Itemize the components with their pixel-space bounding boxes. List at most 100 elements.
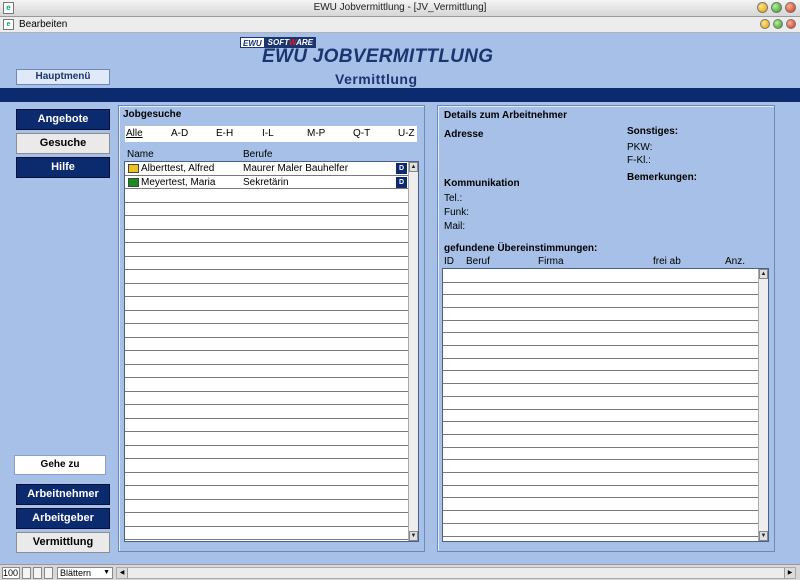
document-icon[interactable]: e [3, 19, 14, 30]
empty-row [125, 378, 409, 392]
filter-i-l[interactable]: I-L [262, 128, 274, 139]
filter-alle[interactable]: Alle [126, 128, 143, 139]
empty-row [443, 472, 759, 486]
jobgesuche-scrollbar[interactable]: ▲ ▼ [408, 162, 418, 541]
scroll-left-icon[interactable]: ◀ [117, 568, 128, 578]
gesuche-button[interactable]: Gesuche [16, 133, 110, 154]
scroll-up-icon[interactable]: ▲ [409, 162, 418, 172]
details-title: Details zum Arbeitnehmer [444, 110, 567, 121]
mode-select[interactable]: Blättern ▼ [57, 567, 113, 579]
empty-row [443, 294, 759, 308]
scroll-up-icon[interactable]: ▲ [759, 269, 768, 279]
empty-row [125, 527, 409, 540]
empty-row [443, 383, 759, 397]
empty-row [125, 270, 409, 284]
letter-filter-bar: Alle A-D E-H I-L M-P Q-T U-Z [125, 126, 417, 142]
doc-close-icon[interactable] [786, 19, 796, 29]
filter-e-h[interactable]: E-H [216, 128, 233, 139]
scroll-right-icon[interactable]: ▶ [784, 568, 795, 578]
funk-label: Funk: [444, 207, 470, 218]
doc-restore-icon[interactable] [773, 19, 783, 29]
zoom-level[interactable]: 100 [2, 567, 20, 579]
zoom-out-icon[interactable] [22, 567, 31, 579]
status-bar: 100 Blättern ▼ ◀ ▶ [0, 564, 800, 580]
column-header-firma: Firma [538, 256, 564, 267]
empty-row [125, 459, 409, 473]
window-title: EWU Jobvermittlung - [JV_Vermittlung] [313, 2, 487, 13]
empty-row [443, 409, 759, 423]
empty-row [125, 392, 409, 405]
empty-row [125, 203, 409, 216]
scroll-down-icon[interactable]: ▼ [409, 531, 418, 541]
filter-u-z[interactable]: U-Z [398, 128, 415, 139]
scroll-down-icon[interactable]: ▼ [759, 531, 768, 541]
table-row[interactable]: Alberttest, Alfred Maurer Maler Bauhelfe… [125, 162, 409, 176]
page-view-icon[interactable] [44, 567, 53, 579]
matches-title: gefundene Übereinstimmungen: [444, 243, 598, 254]
sonstiges-label: Sonstiges: [627, 126, 679, 137]
column-header-beruf: Beruf [466, 256, 490, 267]
filter-m-p[interactable]: M-P [307, 128, 325, 139]
column-header-frei-ab: frei ab [653, 256, 681, 267]
zoom-in-icon[interactable] [33, 567, 42, 579]
details-button[interactable]: D [396, 176, 407, 188]
empty-row [443, 510, 759, 524]
empty-row [443, 447, 759, 461]
empty-row [443, 307, 759, 321]
menu-bearbeiten[interactable]: Bearbeiten [19, 19, 67, 30]
horizontal-scrollbar[interactable]: ◀ ▶ [116, 567, 796, 579]
row-name: Meyertest, Maria [141, 176, 216, 188]
empty-row [125, 311, 409, 324]
empty-row [125, 473, 409, 486]
matches-list[interactable]: ▲ ▼ [442, 268, 769, 542]
details-button[interactable]: D [396, 163, 407, 174]
chevron-down-icon: ▼ [103, 569, 110, 576]
empty-row [443, 523, 759, 537]
empty-row [125, 189, 409, 203]
filter-a-d[interactable]: A-D [171, 128, 188, 139]
arbeitgeber-button[interactable]: Arbeitgeber [16, 508, 110, 529]
arbeitnehmer-button[interactable]: Arbeitnehmer [16, 484, 110, 505]
table-row[interactable]: Meyertest, Maria Sekretärin D [125, 176, 409, 189]
filter-q-t[interactable]: Q-T [353, 128, 370, 139]
maximize-icon[interactable] [771, 2, 782, 13]
empty-row [125, 324, 409, 338]
empty-row [125, 338, 409, 351]
vermittlung-button[interactable]: Vermittlung [16, 532, 110, 553]
column-header-anz: Anz. [725, 256, 746, 267]
matches-scrollbar[interactable]: ▲ ▼ [758, 269, 768, 541]
adresse-label: Adresse [444, 129, 484, 140]
close-icon[interactable] [785, 2, 796, 13]
minimize-icon[interactable] [757, 2, 768, 13]
header-divider-bar [0, 88, 800, 102]
title-bar: e EWU Jobvermittlung - [JV_Vermittlung] [0, 0, 800, 17]
pkw-label: PKW: [627, 142, 653, 153]
empty-row [125, 405, 409, 419]
empty-row [443, 485, 759, 499]
row-beruf: Sekretärin [243, 176, 289, 188]
bemerkungen-label: Bemerkungen: [627, 172, 698, 183]
tel-label: Tel.: [444, 193, 463, 204]
empty-row [125, 284, 409, 297]
kommunikation-label: Kommunikation [444, 178, 520, 189]
app-heading: EWU JOBVERMITTLUNG [262, 46, 494, 67]
column-header-id: ID [444, 256, 454, 267]
empty-row [125, 432, 409, 446]
empty-row [443, 320, 759, 334]
empty-row [443, 345, 759, 359]
jobgesuche-title: Jobgesuche [123, 109, 182, 120]
jobgesuche-list[interactable]: Alberttest, Alfred Maurer Maler Bauhelfe… [124, 161, 419, 542]
doc-minimize-icon[interactable] [760, 19, 770, 29]
empty-row [443, 434, 759, 448]
hilfe-button[interactable]: Hilfe [16, 157, 110, 178]
angebote-button[interactable]: Angebote [16, 109, 110, 130]
hauptmenu-button[interactable]: Hauptmenü [16, 69, 110, 85]
row-name: Alberttest, Alfred [141, 163, 215, 174]
empty-row [125, 351, 409, 365]
empty-row [443, 396, 759, 410]
empty-row [443, 371, 759, 385]
page-subtitle: Vermittlung [335, 71, 418, 87]
empty-row [125, 500, 409, 513]
empty-row [125, 513, 409, 527]
empty-row [125, 216, 409, 230]
